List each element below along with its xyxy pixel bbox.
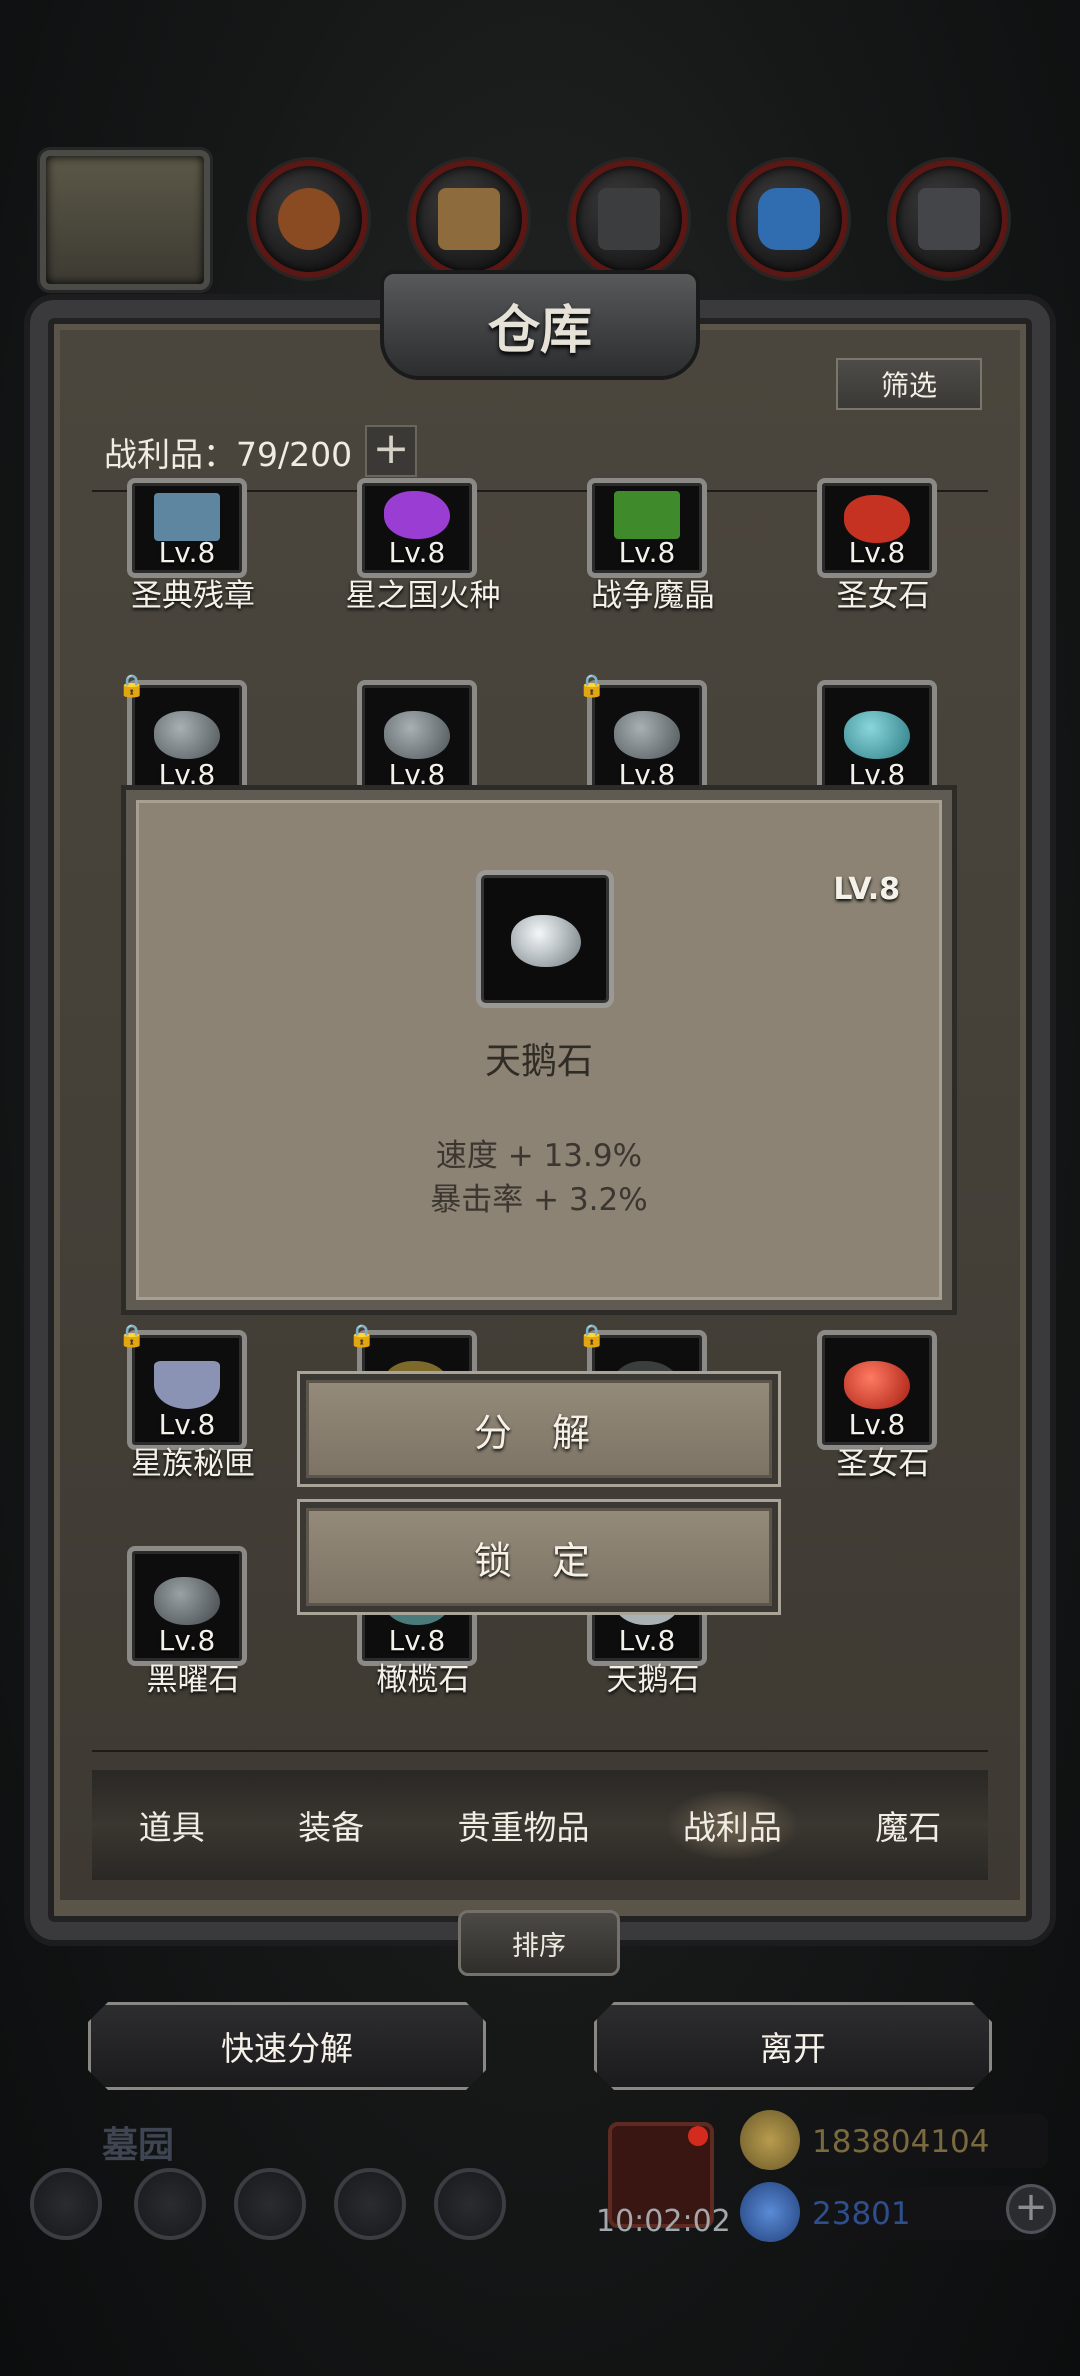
gray-stone-icon — [384, 711, 450, 759]
divider — [92, 1750, 988, 1752]
item-name: 圣女石 — [836, 578, 930, 614]
popup-item-level: LV.8 — [833, 872, 900, 907]
gold-value: 183804104 — [812, 2124, 990, 2160]
item-slot: Lv.8 — [817, 1330, 937, 1450]
page-title: 仓库 — [487, 299, 592, 361]
popup-item-slot — [476, 870, 614, 1008]
filter-button[interactable]: 筛选 — [836, 358, 982, 410]
item-slot: Lv.8 — [127, 680, 247, 800]
gem-counter: 23801 — [740, 2182, 1048, 2242]
red-stone-icon — [844, 1361, 910, 1409]
gold-counter: 183804104 — [740, 2110, 1048, 2170]
gift-timer: 10:02:02 — [596, 2204, 731, 2239]
metal-bars-category-icon[interactable] — [570, 160, 688, 278]
purple-crystal-icon — [384, 491, 450, 539]
expand-capacity-button[interactable]: + — [365, 425, 417, 477]
item-slot: Lv.8 — [127, 1546, 247, 1666]
item-name: 橄榄石 — [376, 1662, 470, 1698]
item-slot: Lv.8 — [127, 1330, 247, 1450]
star-box-icon — [154, 1361, 220, 1409]
swan-stone-icon — [511, 915, 581, 967]
lock-icon: 🔒 — [118, 674, 146, 699]
title-plate: 仓库 — [380, 270, 700, 380]
item-slot: Lv.8 — [357, 478, 477, 578]
lock-icon: 🔒 — [118, 1324, 146, 1349]
decompose-button[interactable]: 分 解 — [300, 1374, 778, 1484]
inventory-item[interactable]: Lv.8 圣典残章 — [78, 478, 308, 628]
teal-stone-icon — [844, 711, 910, 759]
leave-button[interactable]: 离开 — [594, 2002, 992, 2090]
gem-icon — [740, 2182, 800, 2242]
category-tabs: 道具 装备 贵重物品 战利品 魔石 — [92, 1770, 988, 1880]
sort-button[interactable]: 排序 — [458, 1910, 620, 1976]
item-slot: Lv.8 — [817, 680, 937, 800]
tab-equipment[interactable]: 装备 — [284, 1791, 378, 1859]
inventory-item[interactable]: Lv.8 圣女石 — [768, 478, 998, 628]
item-name: 圣典残章 — [131, 578, 255, 614]
inventory-item[interactable]: Lv.8 战争魔晶 — [538, 478, 768, 628]
popup-item-name: 天鹅石 — [484, 1041, 593, 1082]
lock-button[interactable]: 锁 定 — [300, 1502, 778, 1612]
guild-icon[interactable] — [234, 2168, 306, 2240]
planks-category-icon[interactable] — [410, 160, 528, 278]
settings-icon[interactable] — [30, 2168, 102, 2240]
tab-magic-stones[interactable]: 魔石 — [861, 1791, 955, 1859]
item-detail-popup: LV.8 天鹅石 速度 + 13.9% 暴击率 + 3.2% — [126, 790, 952, 1310]
obsidian-icon — [154, 1577, 220, 1625]
inventory-item[interactable]: Lv.8 星之国火种 — [308, 478, 538, 628]
tab-loot[interactable]: 战利品 — [668, 1791, 796, 1859]
item-name: 星之国火种 — [345, 578, 501, 614]
item-name: 黑曜石 — [146, 1662, 240, 1698]
gem-value: 23801 — [812, 2196, 911, 2232]
iron-category-icon[interactable] — [890, 160, 1008, 278]
item-name: 战争魔晶 — [591, 578, 715, 614]
crystal-category-icon[interactable] — [730, 160, 848, 278]
green-shard-icon — [614, 491, 680, 539]
item-name: 天鹅石 — [606, 1662, 700, 1698]
book-icon — [154, 493, 220, 541]
warehouse-category-icon[interactable] — [40, 150, 210, 290]
add-gems-button[interactable]: + — [1006, 2184, 1056, 2234]
mail-icon[interactable] — [334, 2168, 406, 2240]
skills-icon[interactable] — [434, 2168, 506, 2240]
lock-icon: 🔒 — [578, 1324, 606, 1349]
item-slot: Lv.8 — [127, 478, 247, 578]
gray-stone-icon — [614, 711, 680, 759]
achievement-icon[interactable] — [134, 2168, 206, 2240]
item-slot: Lv.8 — [587, 478, 707, 578]
inventory-item[interactable]: Lv.8 黑曜石 — [78, 1546, 308, 1698]
capacity-label: 战利品：79/200 — [104, 435, 353, 474]
gold-coin-icon — [740, 2110, 800, 2170]
item-slot: Lv.8 — [357, 680, 477, 800]
inventory-item[interactable]: Lv.8 圣女石 — [768, 1330, 998, 1482]
tab-items[interactable]: 道具 — [125, 1791, 219, 1859]
wood-category-icon[interactable] — [250, 160, 368, 278]
gray-stone-icon — [154, 711, 220, 759]
popup-stat: 速度 + 13.9% — [435, 1138, 643, 1174]
item-slot: Lv.8 — [587, 680, 707, 800]
lock-icon: 🔒 — [348, 1324, 376, 1349]
item-slot: Lv.8 — [817, 478, 937, 578]
lock-icon: 🔒 — [578, 674, 606, 699]
notification-dot — [688, 2126, 708, 2146]
quick-decompose-button[interactable]: 快速分解 — [88, 2002, 486, 2090]
tab-valuables[interactable]: 贵重物品 — [443, 1791, 603, 1859]
popup-stat: 暴击率 + 3.2% — [430, 1182, 648, 1218]
location-label: 墓园 — [102, 2125, 175, 2166]
item-name: 圣女石 — [836, 1446, 930, 1482]
inventory-item[interactable]: Lv.8 🔒 星族秘匣 — [78, 1324, 308, 1482]
item-name: 星族秘匣 — [131, 1446, 255, 1482]
